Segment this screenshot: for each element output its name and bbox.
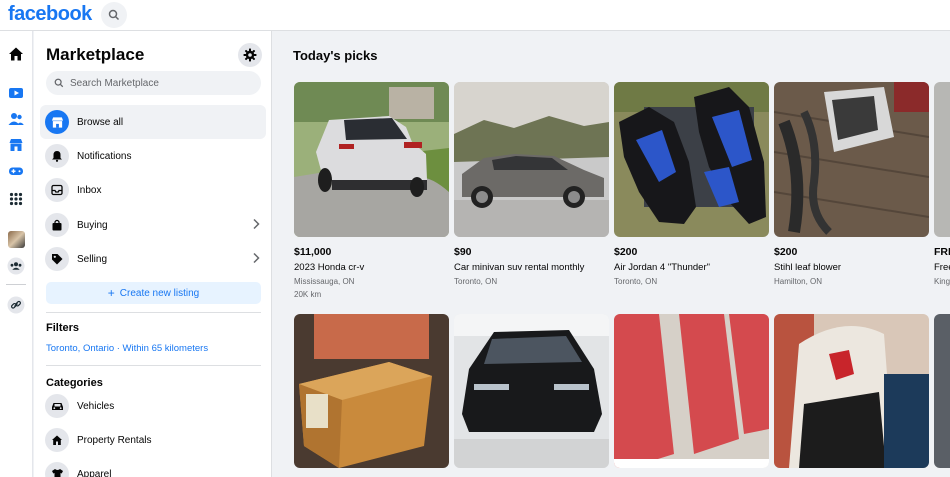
chevron-right-icon [253, 218, 260, 230]
inbox-icon [51, 184, 63, 196]
marketplace-sidebar: Marketplace Search Marketplace Browse al… [34, 31, 272, 477]
listing-card[interactable]: $90 Car minivan suv rental monthly Toron… [454, 82, 609, 286]
listing-price: $200 [774, 246, 798, 258]
settings-button[interactable] [238, 43, 262, 67]
home-icon[interactable] [6, 44, 26, 64]
listing-image[interactable] [774, 82, 929, 237]
listing-image[interactable] [294, 82, 449, 237]
listing-card[interactable] [934, 314, 950, 468]
bell-icon [52, 151, 62, 162]
left-rail [0, 31, 33, 477]
listing-location: Toronto, ON [614, 277, 658, 286]
listing-price: $200 [614, 246, 638, 258]
nav-label: Browse all [77, 116, 124, 128]
marketplace-icon[interactable] [6, 135, 26, 155]
divider [46, 365, 261, 366]
category-apparel[interactable]: Apparel [40, 457, 266, 477]
top-bar: facebook [0, 0, 950, 31]
video-icon[interactable] [6, 83, 26, 103]
listing-image[interactable] [454, 82, 609, 237]
listing-title: Stihl leaf blower [774, 262, 842, 273]
listing-card[interactable] [774, 314, 929, 468]
friends-icon[interactable] [6, 109, 26, 129]
nav-label: Notifications [77, 150, 132, 162]
nav-inbox[interactable]: Inbox [40, 173, 266, 207]
listing-image[interactable] [774, 314, 929, 468]
listing-card[interactable]: FRE Free King [934, 82, 950, 286]
listing-title: Free [934, 262, 950, 273]
category-property-rentals[interactable]: Property Rentals [40, 423, 266, 457]
plus-icon: + [107, 286, 115, 300]
link-icon[interactable] [6, 295, 26, 315]
nav-notifications[interactable]: Notifications [40, 139, 266, 173]
listing-image[interactable] [934, 314, 950, 468]
shirt-icon [51, 469, 63, 477]
category-label: Property Rentals [77, 434, 152, 446]
listing-card[interactable] [294, 314, 449, 468]
listing-card[interactable] [454, 314, 609, 468]
listing-title: 2023 Honda cr-v [294, 262, 365, 273]
category-vehicles[interactable]: Vehicles [40, 389, 266, 423]
nav-browse-all[interactable]: Browse all [40, 105, 266, 139]
listing-price: $90 [454, 246, 472, 258]
storefront-icon [51, 116, 63, 128]
listing-image[interactable] [294, 314, 449, 468]
create-listing-label: Create new listing [119, 287, 200, 299]
listing-title: Air Jordan 4 "Thunder" [614, 262, 710, 273]
facebook-logo[interactable]: facebook [8, 3, 92, 26]
gear-icon [243, 48, 257, 62]
nav-label: Selling [77, 253, 108, 265]
sidebar-title: Marketplace [46, 45, 145, 64]
gaming-icon[interactable] [6, 161, 26, 181]
create-listing-button[interactable]: + Create new listing [46, 282, 261, 304]
listing-image[interactable] [934, 82, 950, 237]
listing-location: Mississauga, ON [294, 277, 355, 286]
listing-image[interactable] [614, 314, 769, 468]
categories-heading: Categories [46, 377, 103, 389]
listing-card[interactable]: $11,000 2023 Honda cr-v Mississauga, ON … [294, 82, 449, 299]
groups-icon[interactable] [6, 256, 26, 276]
chevron-right-icon [253, 252, 260, 264]
category-label: Apparel [77, 468, 112, 477]
divider [46, 312, 261, 313]
listing-card[interactable]: $200 Stihl leaf blower Hamilton, ON [774, 82, 929, 286]
section-title: Today's picks [293, 48, 378, 63]
search-placeholder: Search Marketplace [70, 77, 159, 89]
house-icon [52, 435, 62, 445]
listing-card[interactable] [614, 314, 769, 468]
filters-heading: Filters [46, 322, 80, 334]
listing-price: FRE [934, 246, 950, 258]
nav-label: Inbox [77, 184, 102, 196]
search-icon [108, 9, 120, 21]
search-marketplace-input[interactable]: Search Marketplace [46, 71, 261, 95]
tag-icon [52, 254, 63, 265]
nav-label: Buying [77, 219, 108, 231]
car-icon [51, 403, 63, 410]
nav-selling[interactable]: Selling [40, 242, 266, 276]
search-icon [54, 78, 64, 88]
nav-buying[interactable]: Buying [40, 208, 266, 242]
listing-mileage: 20K km [294, 290, 322, 299]
user-avatar[interactable] [6, 229, 26, 249]
location-filter-link[interactable]: Toronto, Ontario · Within 65 kilometers [46, 343, 208, 354]
listing-location: Toronto, ON [454, 277, 498, 286]
listing-card[interactable]: $200 Air Jordan 4 "Thunder" Toronto, ON [614, 82, 769, 286]
listing-location: King [934, 277, 950, 286]
shopping-bag-icon [52, 219, 62, 231]
listing-image[interactable] [454, 314, 609, 468]
listing-location: Hamilton, ON [774, 277, 823, 286]
listing-title: Car minivan suv rental monthly [454, 262, 585, 273]
category-label: Vehicles [77, 400, 115, 412]
search-button[interactable] [101, 2, 127, 28]
apps-grid-icon[interactable] [6, 189, 26, 209]
rail-divider [6, 284, 26, 285]
listing-image[interactable] [614, 82, 769, 237]
listing-price: $11,000 [294, 246, 332, 258]
